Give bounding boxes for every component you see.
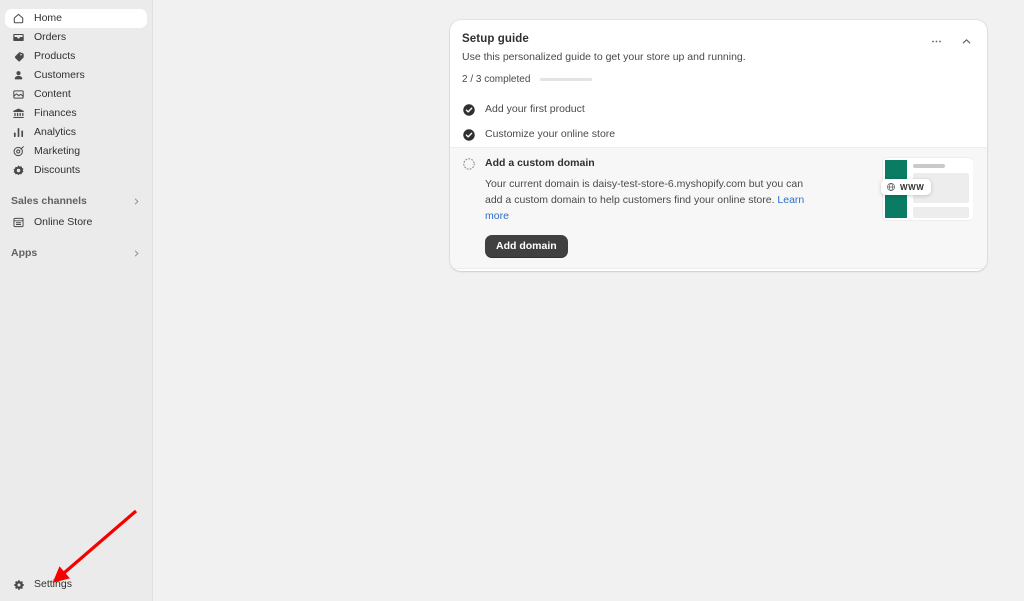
sidebar-item-products[interactable]: Products — [5, 47, 147, 66]
check-circle-filled-icon — [462, 103, 476, 117]
setup-guide-actions — [927, 32, 975, 50]
setup-task-list: Add your first product Customize your on… — [450, 97, 987, 271]
analytics-bar-chart-icon — [11, 125, 26, 140]
sidebar-item-customers[interactable]: Customers — [5, 66, 147, 85]
task-label: Add your first product — [485, 103, 585, 115]
sidebar-bottom: Settings — [0, 575, 153, 594]
setup-progress: 2 / 3 completed — [450, 74, 987, 85]
sidebar-item-label: Finances — [34, 107, 77, 119]
progress-bar-track — [540, 78, 593, 81]
sidebar-section-apps[interactable]: Apps — [5, 244, 147, 262]
finances-bank-icon — [11, 106, 26, 121]
sidebar-item-online-store[interactable]: Online Store — [5, 213, 147, 232]
task-item-completed[interactable]: Add your first product — [450, 97, 987, 122]
sidebar-item-label: Orders — [34, 31, 67, 43]
discounts-icon — [11, 163, 26, 178]
sidebar-item-marketing[interactable]: Marketing — [5, 142, 147, 161]
illustration-www-label: WWW — [900, 182, 925, 192]
sidebar-item-content[interactable]: Content — [5, 85, 147, 104]
sidebar-item-settings[interactable]: Settings — [5, 575, 148, 594]
marketing-target-icon — [11, 144, 26, 159]
setup-guide-card: Setup guide Use this personalized guide … — [450, 20, 987, 271]
check-circle-filled-icon — [462, 128, 476, 142]
sidebar-item-label: Customers — [34, 69, 85, 81]
chevron-right-icon[interactable] — [132, 249, 141, 258]
dotted-circle-icon[interactable] — [462, 157, 476, 171]
sidebar-item-label: Discounts — [34, 164, 81, 176]
sidebar-section-label: Apps — [11, 247, 38, 259]
sidebar-item-orders[interactable]: Orders — [5, 28, 147, 47]
sidebar-item-label: Settings — [34, 578, 72, 590]
sidebar-item-label: Analytics — [34, 126, 77, 138]
setup-guide-subtitle: Use this personalized guide to get your … — [462, 51, 746, 63]
home-icon — [11, 11, 26, 26]
shopify-admin-screen: Home Orders Products Customers Content F… — [0, 0, 1024, 601]
task-description: Your current domain is daisy-test-store-… — [485, 176, 813, 224]
sidebar-item-label: Home — [34, 12, 63, 24]
ellipsis-horizontal-icon[interactable] — [927, 32, 945, 50]
progress-label: 2 / 3 completed — [462, 74, 531, 85]
products-tag-icon — [11, 49, 26, 64]
illustration-title-line — [913, 164, 945, 168]
custom-domain-illustration: WWW — [873, 154, 973, 222]
orders-icon — [11, 30, 26, 45]
add-domain-button[interactable]: Add domain — [485, 235, 568, 258]
sidebar-item-discounts[interactable]: Discounts — [5, 161, 147, 180]
sidebar-item-label: Content — [34, 88, 71, 100]
setup-guide-header: Setup guide Use this personalized guide … — [450, 20, 987, 63]
chevron-right-icon[interactable] — [132, 197, 141, 206]
sidebar-item-home[interactable]: Home — [5, 9, 147, 28]
sidebar-item-label: Marketing — [34, 145, 81, 157]
task-item-active-add-domain[interactable]: Add a custom domain Your current domain … — [450, 147, 987, 269]
online-store-icon — [11, 215, 26, 230]
sidebar-item-analytics[interactable]: Analytics — [5, 123, 147, 142]
customers-person-icon — [11, 68, 26, 83]
illustration-www-badge: WWW — [881, 179, 932, 195]
task-label: Customize your online store — [485, 128, 616, 140]
sidebar: Home Orders Products Customers Content F… — [0, 0, 153, 601]
globe-icon — [886, 182, 896, 192]
task-item-completed[interactable]: Customize your online store — [450, 122, 987, 147]
sidebar-item-label: Online Store — [34, 216, 93, 228]
chevron-up-icon[interactable] — [957, 32, 975, 50]
sidebar-item-label: Products — [34, 50, 76, 62]
gear-icon — [11, 577, 26, 592]
sidebar-item-finances[interactable]: Finances — [5, 104, 147, 123]
illustration-content-block — [913, 207, 969, 218]
content-icon — [11, 87, 26, 102]
task-description-text: Your current domain is daisy-test-store-… — [485, 178, 804, 206]
sidebar-section-label: Sales channels — [11, 195, 87, 207]
page-title: Setup guide — [462, 33, 529, 45]
sidebar-section-sales-channels[interactable]: Sales channels — [5, 192, 147, 210]
